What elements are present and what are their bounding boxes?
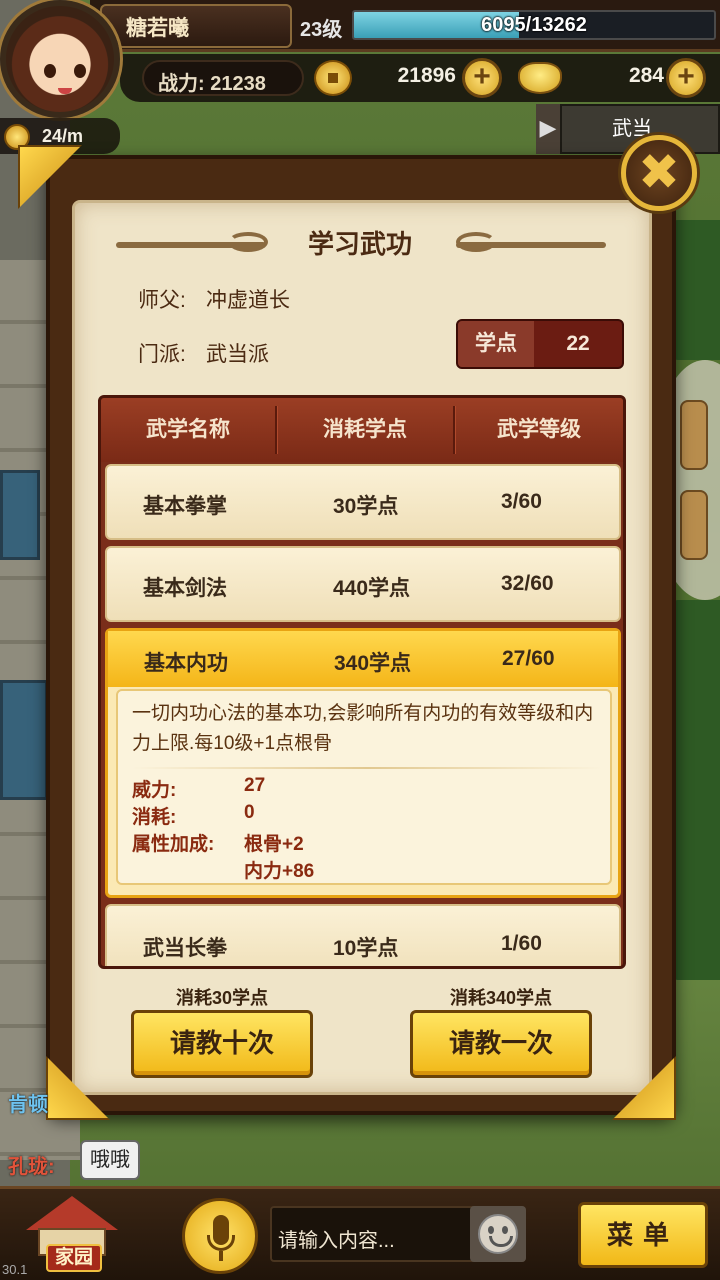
skill-detail-panel: 一切内功心法的基本功,会影响所有内功的有效等级和内力上限.每10级+1点根骨 威… xyxy=(116,689,612,885)
skill-cost: 440学点 xyxy=(333,577,411,600)
chat-message: 肯顿 xyxy=(8,1094,48,1116)
master-value: 冲虚道长 xyxy=(206,289,290,312)
ingot-amount: 284 xyxy=(628,64,664,87)
home-button[interactable]: 家园 xyxy=(20,1192,124,1276)
combat-power: 战力: 21238 xyxy=(142,60,304,96)
dialog-title: 学习武功 xyxy=(307,229,412,259)
building-roof xyxy=(0,470,40,560)
stat-cost-value: 0 xyxy=(244,802,255,823)
plus-icon: + xyxy=(473,60,491,93)
skill-level: 32/60 xyxy=(501,572,554,595)
column-header-name: 武学名称 xyxy=(146,418,230,441)
avatar[interactable] xyxy=(0,0,120,118)
skill-name: 武当长拳 xyxy=(143,937,227,960)
stat-power-label: 威力: xyxy=(132,780,177,801)
learn-once-button[interactable]: 请教一次 xyxy=(410,1010,592,1078)
income-rate: 24/m xyxy=(42,126,84,146)
master-label: 师父: xyxy=(138,289,186,312)
coin-amount: 21896 xyxy=(397,64,456,87)
home-label: 家园 xyxy=(46,1244,102,1272)
expand-arrow-button[interactable]: ▶ xyxy=(536,104,560,154)
skill-description: 一切内功心法的基本功,会影响所有内功的有效等级和内力上限.每10级+1点根骨 xyxy=(132,703,594,754)
close-icon: ✖ xyxy=(638,144,680,200)
exp-text: 6095/13262 xyxy=(481,14,587,36)
voice-input-button[interactable] xyxy=(182,1198,258,1274)
mic-stand xyxy=(207,1235,235,1251)
ten-times-cost: 消耗30学点 xyxy=(175,988,269,1008)
stat-power-value: 27 xyxy=(244,775,266,796)
add-coins-button[interactable]: + xyxy=(462,58,502,98)
skill-cost: 30学点 xyxy=(333,495,399,518)
stat-bonus-label: 属性加成: xyxy=(132,834,215,855)
exp-bar: 6095/13262 xyxy=(352,10,716,40)
home-icon xyxy=(26,1196,118,1230)
building-roof xyxy=(0,680,48,800)
table-row-selected[interactable]: 基本内功 340学点 27/60 一切内功心法的基本功,会影响所有内功的有效等级… xyxy=(105,628,621,898)
table-row[interactable]: 基本剑法 440学点 32/60 xyxy=(105,546,621,622)
skill-table: 武学名称 消耗学点 武学等级 基本拳掌 30学点 3/60 基本剑法 440学点… xyxy=(98,395,626,969)
stat-cost-label: 消耗: xyxy=(132,807,177,828)
table-row[interactable]: 基本拳掌 30学点 3/60 xyxy=(105,464,621,540)
fps-counter: 30.1 xyxy=(2,1262,28,1277)
player-name: 糖若曦 xyxy=(126,17,189,40)
study-points-label: 学点 xyxy=(458,321,534,367)
avatar-eye xyxy=(44,64,56,78)
ingot-icon xyxy=(518,62,562,94)
study-points-value: 22 xyxy=(566,332,590,355)
smiley-icon xyxy=(478,1214,518,1254)
skill-level: 27/60 xyxy=(502,647,555,670)
training-dummy xyxy=(680,400,708,470)
player-level: 23级 xyxy=(300,19,343,41)
sect-value: 武当派 xyxy=(206,343,269,366)
sect-label: 门派: xyxy=(138,343,186,366)
skill-name: 基本剑法 xyxy=(143,577,227,600)
divider xyxy=(132,767,602,769)
learn-ten-times-button[interactable]: 请教十次 xyxy=(131,1010,313,1078)
mic-base xyxy=(219,1251,223,1261)
table-row[interactable]: 武当长拳 10学点 1/60 xyxy=(105,904,621,966)
menu-button[interactable]: 菜单 xyxy=(578,1202,708,1268)
column-header-cost: 消耗学点 xyxy=(323,418,407,441)
stat-bonus-2: 内力+86 xyxy=(244,861,315,882)
add-ingots-button[interactable]: + xyxy=(666,58,706,98)
coin-icon xyxy=(314,60,352,96)
skill-name: 基本拳掌 xyxy=(143,495,227,518)
skill-level: 3/60 xyxy=(501,490,542,513)
table-header: 武学名称 消耗学点 武学等级 xyxy=(101,398,623,462)
plus-icon: + xyxy=(677,60,695,93)
close-button[interactable]: ✖ xyxy=(621,135,697,211)
avatar-mouth xyxy=(58,88,72,94)
avatar-eye xyxy=(74,64,86,78)
one-time-cost: 消耗340学点 xyxy=(449,988,553,1008)
skill-level: 1/60 xyxy=(501,932,542,955)
skill-cost: 10学点 xyxy=(333,937,399,960)
study-points-badge: 学点 22 xyxy=(456,319,624,369)
chat-sender: 孔珑: xyxy=(8,1156,55,1178)
emoji-button[interactable] xyxy=(470,1206,526,1262)
column-header-level: 武学等级 xyxy=(497,418,581,441)
stat-bonus-1: 根骨+2 xyxy=(244,834,304,855)
training-dummy xyxy=(680,490,708,560)
skill-name: 基本内功 xyxy=(144,652,228,675)
chat-bubble: 哦哦 xyxy=(80,1140,140,1180)
skill-cost: 340学点 xyxy=(334,652,412,675)
